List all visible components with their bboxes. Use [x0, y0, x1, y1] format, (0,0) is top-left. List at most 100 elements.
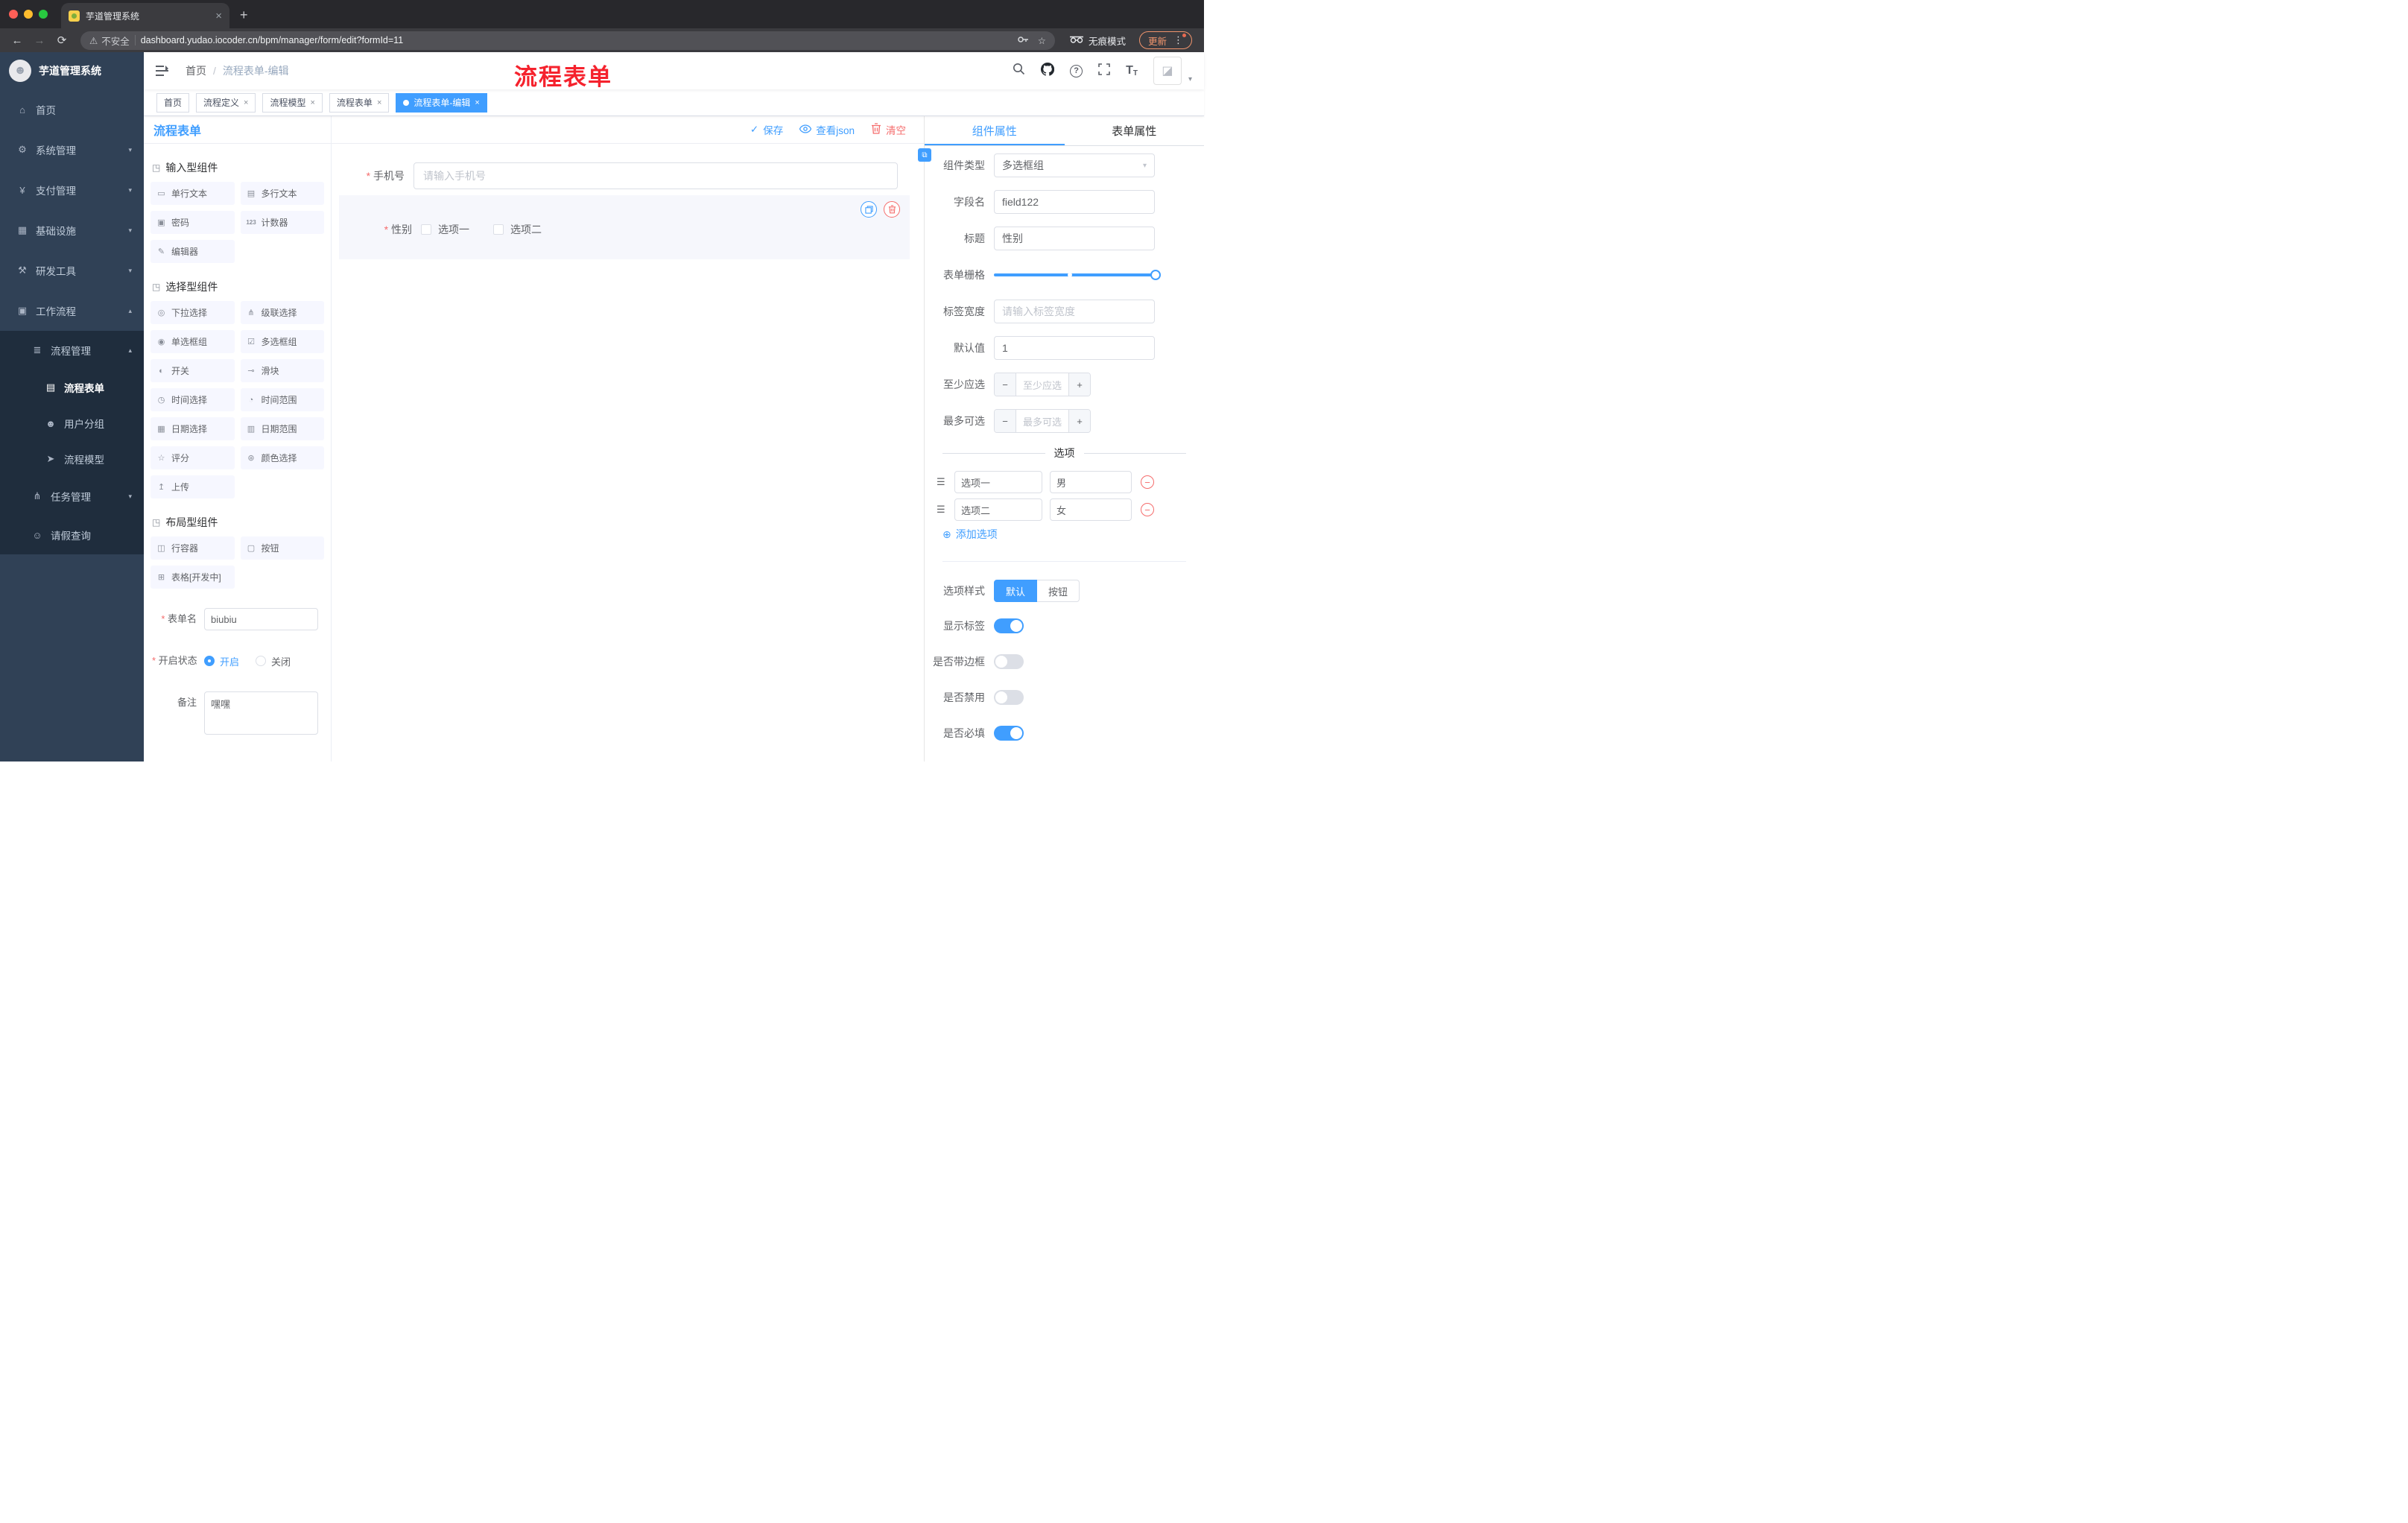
github-icon[interactable]: [1041, 62, 1055, 80]
component-type-select[interactable]: 多选框组 ▾: [994, 153, 1155, 177]
tab-component-properties[interactable]: 组件属性: [925, 116, 1065, 145]
sidebar-item-workflow[interactable]: ▣ 工作流程 ▴: [0, 291, 144, 331]
url-text[interactable]: dashboard.yudao.iocoder.cn/bpm/manager/f…: [141, 35, 1012, 45]
component-color-picker[interactable]: ⊛ 颜色选择: [240, 446, 324, 469]
status-radio-on[interactable]: 开启: [204, 654, 239, 668]
sidebar-item-process-model[interactable]: ➤ 流程模型: [0, 441, 144, 477]
sidebar-item-process-form[interactable]: ▤ 流程表单: [0, 370, 144, 405]
label-width-input[interactable]: [994, 300, 1155, 323]
security-indicator[interactable]: ⚠ 不安全: [89, 34, 130, 48]
avatar[interactable]: ◪: [1153, 57, 1182, 85]
tag-process-form-edit[interactable]: 流程表单-编辑 ×: [396, 92, 487, 113]
sidebar-item-system-management[interactable]: ⚙ 系统管理 ▾: [0, 130, 144, 170]
browser-update-button[interactable]: 更新 ⋮: [1138, 31, 1192, 49]
option-style-button-button[interactable]: 按钮: [1037, 580, 1080, 602]
copy-component-button[interactable]: [861, 201, 877, 218]
slider-track[interactable]: [994, 270, 1161, 280]
gender-option-1[interactable]: 选项一: [421, 222, 469, 237]
option-style-default-button[interactable]: 默认: [994, 580, 1038, 602]
tag-process-model[interactable]: 流程模型 ×: [262, 92, 323, 113]
component-table[interactable]: ⊞ 表格[开发中]: [150, 566, 235, 589]
tab-form-properties[interactable]: 表单属性: [1065, 116, 1205, 145]
default-value-input[interactable]: [994, 336, 1155, 360]
window-minimize-button[interactable]: [24, 10, 33, 19]
close-icon[interactable]: ×: [475, 98, 479, 107]
option-label-input[interactable]: [954, 498, 1042, 521]
close-icon[interactable]: ×: [377, 98, 381, 107]
font-size-icon[interactable]: TT: [1126, 64, 1138, 77]
component-switch[interactable]: ◐ 开关: [150, 359, 235, 382]
fullscreen-icon[interactable]: [1098, 63, 1110, 79]
tab-close-icon[interactable]: ×: [215, 10, 222, 22]
max-select-placeholder[interactable]: 最多可选: [1016, 410, 1068, 432]
phone-input[interactable]: [414, 162, 898, 189]
option-value-input[interactable]: [1050, 498, 1132, 521]
field-phone[interactable]: 手机号: [332, 162, 924, 189]
component-row-container[interactable]: ◫ 行容器: [150, 536, 235, 560]
tag-home[interactable]: 首页: [156, 92, 190, 113]
drag-handle-icon[interactable]: ☰: [937, 476, 950, 488]
form-remark-textarea[interactable]: 嘿嘿: [204, 691, 318, 735]
help-icon[interactable]: ?: [1070, 64, 1083, 77]
sidebar-item-leave-query[interactable]: ☺ 请假查询: [0, 516, 144, 554]
sidebar-collapse-icon[interactable]: [156, 65, 175, 77]
sidebar-item-infrastructure[interactable]: ▦ 基础设施 ▾: [0, 210, 144, 250]
search-icon[interactable]: [1013, 63, 1025, 79]
component-date-range[interactable]: ▥ 日期范围: [240, 417, 324, 440]
new-tab-button[interactable]: +: [240, 8, 248, 22]
field-name-input[interactable]: [994, 190, 1155, 214]
sidebar-item-payment-management[interactable]: ¥ 支付管理 ▾: [0, 170, 144, 210]
gender-option-2[interactable]: 选项二: [493, 222, 542, 237]
window-zoom-button[interactable]: [39, 10, 48, 19]
tag-process-definition[interactable]: 流程定义 ×: [196, 92, 256, 113]
component-date-picker[interactable]: ▦ 日期选择: [150, 417, 235, 440]
address-bar[interactable]: ⚠ 不安全 dashboard.yudao.iocoder.cn/bpm/man…: [80, 31, 1055, 50]
component-editor[interactable]: ✎ 编辑器: [150, 240, 235, 263]
sidebar-item-process-management[interactable]: ≣ 流程管理 ▴: [0, 331, 144, 370]
slider-handle[interactable]: [1150, 270, 1161, 280]
clear-button[interactable]: 清空: [871, 122, 906, 137]
password-key-icon[interactable]: [1017, 34, 1029, 48]
component-rate[interactable]: ☆ 评分: [150, 446, 235, 469]
component-counter[interactable]: 123 计数器: [240, 211, 324, 234]
show-label-toggle[interactable]: [994, 618, 1024, 633]
field-gender-selected[interactable]: 性别 选项一 选项二: [339, 195, 910, 259]
decrease-button[interactable]: −: [995, 410, 1016, 432]
component-checkbox-group[interactable]: ☑ 多选框组: [240, 330, 324, 353]
decrease-button[interactable]: −: [995, 373, 1016, 396]
title-input[interactable]: [994, 227, 1155, 250]
component-multi-line-text[interactable]: ▤ 多行文本: [240, 182, 324, 205]
view-json-button[interactable]: 查看json: [799, 122, 855, 137]
back-icon[interactable]: ←: [7, 34, 27, 47]
component-upload[interactable]: ↥ 上传: [150, 475, 235, 498]
form-name-input[interactable]: [204, 608, 318, 630]
breadcrumb-home[interactable]: 首页: [186, 63, 206, 78]
checkbox-icon[interactable]: [493, 224, 504, 235]
sidebar-item-task-management[interactable]: ⋔ 任务管理 ▾: [0, 477, 144, 516]
bookmark-star-icon[interactable]: ☆: [1038, 35, 1046, 46]
delete-component-button[interactable]: [884, 201, 900, 218]
component-password[interactable]: ▣ 密码: [150, 211, 235, 234]
sidebar-item-home[interactable]: ⌂ 首页: [0, 89, 144, 130]
close-icon[interactable]: ×: [244, 98, 248, 107]
component-time-picker[interactable]: ◷ 时间选择: [150, 388, 235, 411]
status-radio-off[interactable]: 关闭: [256, 654, 291, 668]
tag-process-form[interactable]: 流程表单 ×: [329, 92, 390, 113]
window-close-button[interactable]: [9, 10, 18, 19]
component-time-range[interactable]: ◔ 时间范围: [240, 388, 324, 411]
drag-handle-icon[interactable]: ☰: [937, 504, 950, 516]
remove-option-button[interactable]: −: [1141, 503, 1154, 516]
required-toggle[interactable]: [994, 726, 1024, 741]
increase-button[interactable]: +: [1068, 373, 1090, 396]
option-label-input[interactable]: [954, 471, 1042, 493]
remove-option-button[interactable]: −: [1141, 475, 1154, 489]
add-option-button[interactable]: ⊕ 添加选项: [942, 527, 1204, 542]
close-icon[interactable]: ×: [310, 98, 314, 107]
option-value-input[interactable]: [1050, 471, 1132, 493]
component-select[interactable]: ◎ 下拉选择: [150, 301, 235, 324]
form-grid-slider[interactable]: [994, 263, 1161, 287]
browser-tab[interactable]: 芋道管理系统 ×: [61, 3, 229, 28]
save-button[interactable]: ✓ 保存: [750, 122, 783, 137]
min-select-placeholder[interactable]: 至少应选: [1016, 373, 1068, 396]
checkbox-icon[interactable]: [421, 224, 431, 235]
